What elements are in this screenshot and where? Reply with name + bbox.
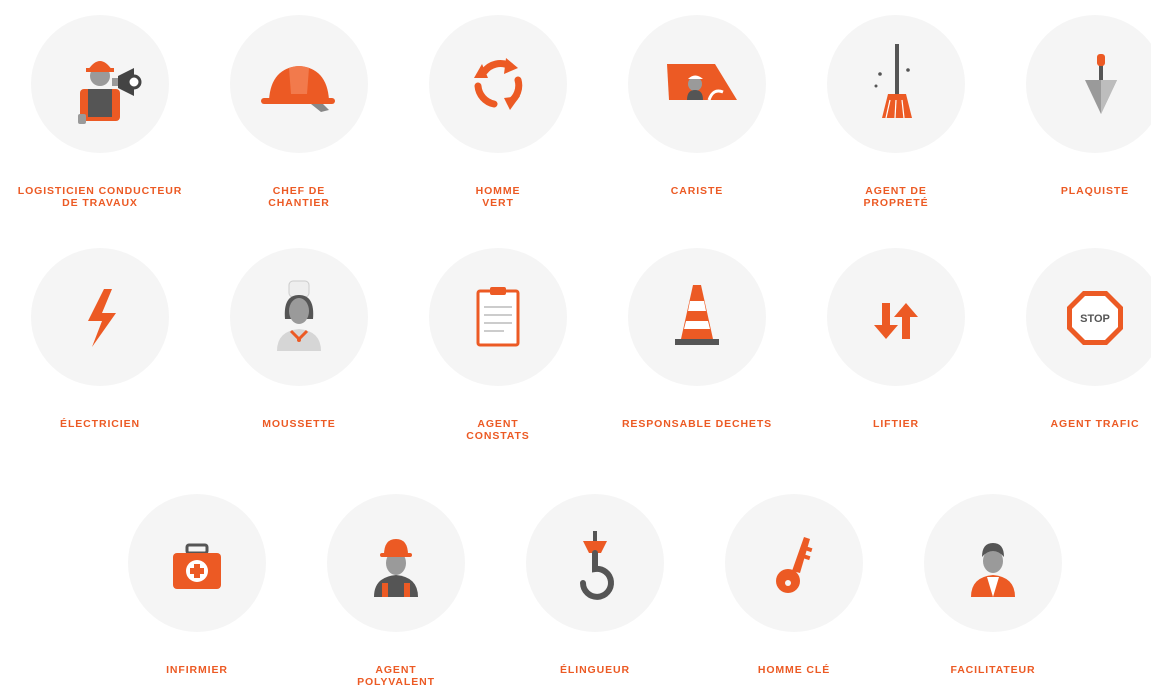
hard-hat-icon [261,66,335,112]
icon-circle [429,248,567,386]
page: { "colors": { "accent": "#ec5a24", "grey… [0,0,1151,695]
facilitator-icon [971,543,1015,597]
job-label: INFIRMIER [166,664,228,676]
icon-circle: STOP [1026,248,1151,386]
icon-circle [628,248,766,386]
icon-circle [526,494,664,632]
job-label: AGENT CONSTATS [466,418,530,442]
icon-circle [827,15,965,153]
forklift-driver-icon [667,64,737,101]
job-label: PLAQUISTE [1060,185,1130,197]
lightning-bolt-icon [88,289,116,347]
job-label: MOUSSETTE [262,418,336,430]
job-label: ÉLINGUEUR [560,664,630,676]
icon-circle [725,494,863,632]
stop-sign-text: STOP [1080,313,1110,325]
icon-circle [31,15,169,153]
job-label: AGENT TRAFIC [1050,418,1140,430]
icon-circle [628,15,766,153]
icon-circle [327,494,465,632]
trowel-icon [1085,54,1117,114]
icon-circle [31,248,169,386]
worker-helmet-icon [374,539,418,597]
worker-megaphone-icon [78,61,142,124]
job-label: ÉLECTRICIEN [60,418,140,430]
stop-sign-icon: STOP [1067,291,1123,345]
clipboard-icon [476,287,520,347]
key-icon [776,537,813,593]
broom-icon [874,44,912,119]
job-label: HOMME CLÉ [757,664,831,676]
cook-icon [277,280,321,351]
traffic-cone-icon [675,285,719,345]
job-label: AGENT DE PROPRETÉ [863,185,929,209]
job-label: AGENT POLYVALENT [357,664,435,688]
icon-circle [827,248,965,386]
icon-circle [230,248,368,386]
job-label: RESPONSABLE DECHETS [621,418,773,430]
job-label: CHEF DE CHANTIER [268,185,330,209]
job-label: FACILITATEUR [950,664,1036,676]
job-label: LOGISTICIEN CONDUCTEUR DE TRAVAUX [17,185,183,209]
recycle-arrows-icon [474,58,523,110]
icon-circle [429,15,567,153]
up-down-arrows-icon [874,303,918,339]
crane-hook-icon [580,531,614,600]
icon-circle [230,15,368,153]
job-label: LIFTIER [873,418,919,430]
icon-circle [924,494,1062,632]
job-label: CARISTE [670,185,724,197]
job-label: HOMME VERT [475,185,521,209]
icon-circle [1026,15,1151,153]
first-aid-kit-icon [173,543,221,589]
icon-circle [128,494,266,632]
